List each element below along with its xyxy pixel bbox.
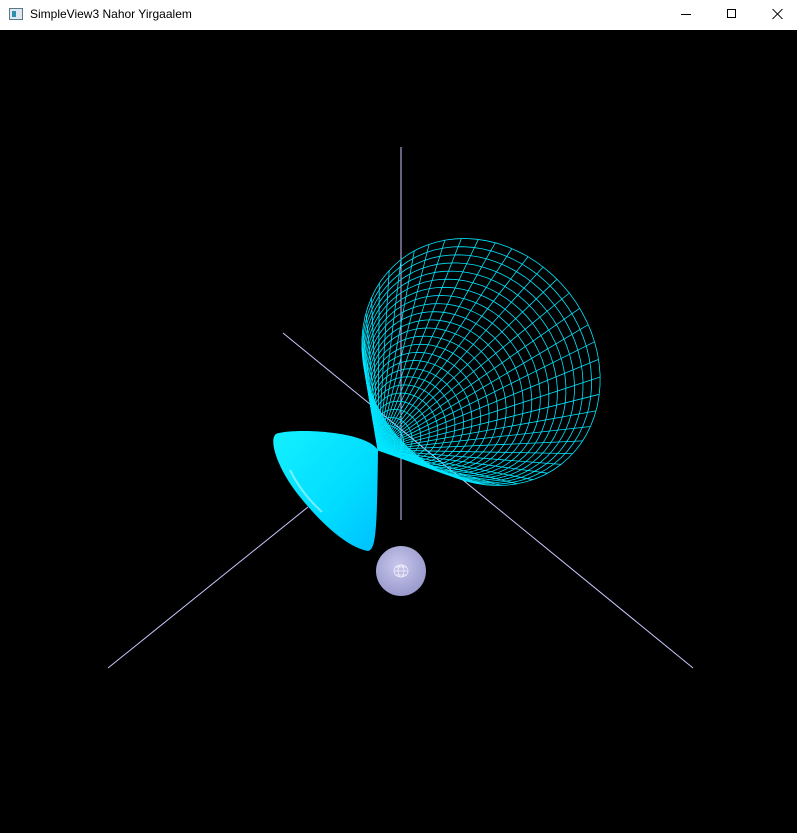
minimize-icon: [681, 14, 691, 15]
upper-cone-wireframe: [361, 238, 601, 486]
scene-canvas[interactable]: [0, 30, 797, 828]
wire-ring: [363, 270, 567, 481]
window-title: SimpleView3 Nahor Yirgaalem: [30, 7, 192, 21]
z-axis: [107, 506, 309, 669]
lower-cone-surface: [273, 431, 378, 551]
wire-ring: [365, 295, 541, 477]
close-icon: [772, 8, 784, 20]
sphere-marker: [376, 546, 426, 596]
app-window-icon: [9, 8, 23, 20]
close-button[interactable]: [755, 0, 797, 30]
maximize-button[interactable]: [709, 0, 755, 30]
wire-spoke: [377, 292, 570, 451]
wire-spoke: [377, 449, 518, 485]
app-window: SimpleView3 Nahor Yirgaalem: [0, 0, 797, 828]
wire-spoke: [377, 242, 496, 451]
title-bar[interactable]: SimpleView3 Nahor Yirgaalem: [0, 0, 797, 31]
3d-viewport[interactable]: [0, 30, 797, 828]
maximize-icon: [727, 9, 736, 18]
minimize-button[interactable]: [663, 0, 709, 30]
